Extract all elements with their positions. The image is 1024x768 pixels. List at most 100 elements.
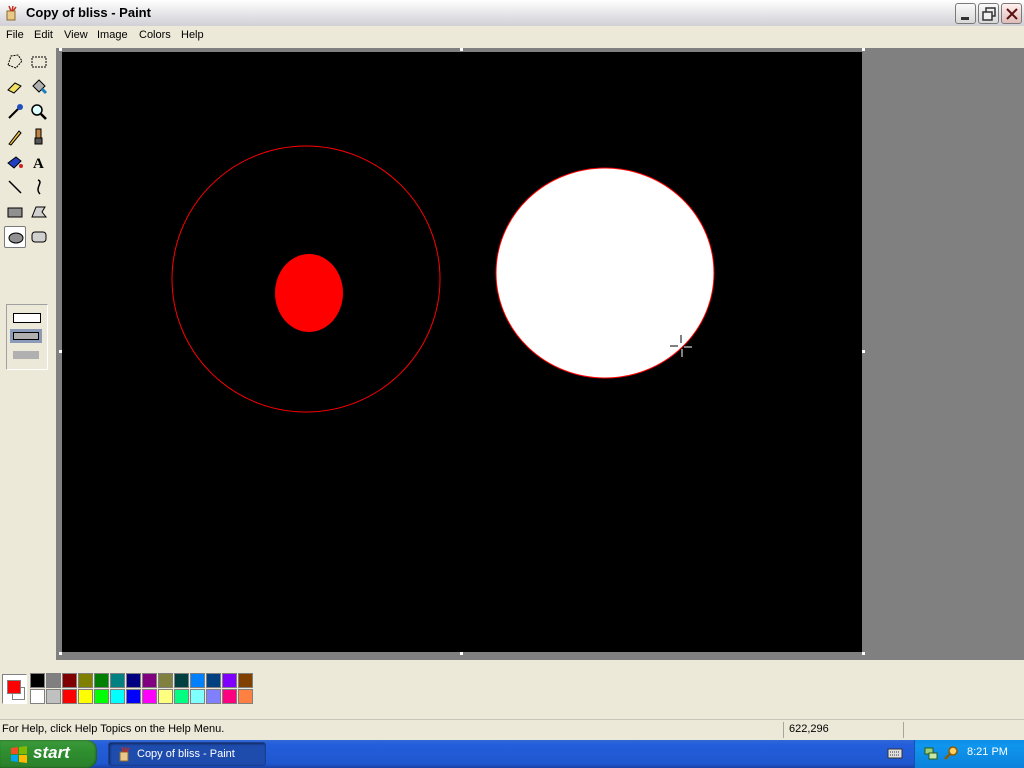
minimize-button[interactable] [955, 3, 976, 24]
cursor-coordinates: 622,296 [789, 723, 829, 735]
network-icon[interactable] [923, 745, 939, 761]
palette-swatch[interactable] [126, 689, 141, 704]
airbrush-tool[interactable] [4, 151, 26, 173]
resize-handle-bottom-right[interactable] [862, 652, 865, 655]
palette-swatches [30, 673, 260, 705]
canvas-workspace [56, 48, 1024, 660]
palette-swatch[interactable] [126, 673, 141, 688]
palette-swatch[interactable] [190, 689, 205, 704]
line-tool[interactable] [4, 176, 26, 198]
palette-swatch[interactable] [30, 673, 45, 688]
palette-swatch[interactable] [206, 673, 221, 688]
menu-image[interactable]: Image [97, 28, 128, 42]
text-icon: A [33, 156, 44, 172]
drawing-canvas[interactable] [62, 52, 862, 652]
palette-swatch[interactable] [158, 673, 173, 688]
paint-app-icon [119, 746, 130, 762]
resize-handle-top[interactable] [460, 48, 463, 51]
magnifier-icon [31, 104, 47, 120]
taskbar-button-label: Copy of bliss - Paint [137, 748, 235, 760]
palette-swatch[interactable] [142, 673, 157, 688]
restore-button[interactable] [978, 3, 999, 24]
window-title: Copy of bliss - Paint [26, 5, 151, 20]
brush-tool[interactable] [28, 126, 50, 148]
resize-handle-top-left[interactable] [59, 48, 62, 51]
menu-file[interactable]: File [6, 28, 24, 42]
palette-swatch[interactable] [190, 673, 205, 688]
select-tool[interactable] [28, 51, 50, 73]
curve-icon [37, 179, 41, 195]
start-button[interactable]: start [0, 740, 97, 768]
eyedropper-icon [8, 104, 23, 119]
palette-swatch[interactable] [222, 673, 237, 688]
foreground-color[interactable] [7, 680, 21, 694]
palette-swatch[interactable] [78, 689, 93, 704]
menu-bar: File Edit View Image Colors Help [0, 26, 1024, 46]
title-bar[interactable]: Copy of bliss - Paint [0, 0, 1024, 27]
palette-swatch[interactable] [78, 673, 93, 688]
resize-handle-bottom-left[interactable] [59, 652, 62, 655]
fill-style-options [6, 304, 48, 370]
eraser-icon [7, 82, 22, 94]
resize-handle-bottom[interactable] [460, 652, 463, 655]
status-help-text: For Help, click Help Topics on the Help … [2, 723, 225, 735]
free-form-select-icon [7, 54, 23, 69]
palette-swatch[interactable] [30, 689, 45, 704]
menu-edit[interactable]: Edit [34, 28, 53, 42]
fill-style-outline-fill[interactable] [13, 332, 39, 340]
close-button[interactable] [1001, 3, 1022, 24]
palette-swatch[interactable] [46, 673, 61, 688]
rectangle-tool[interactable] [4, 201, 26, 223]
status-bar: For Help, click Help Topics on the Help … [0, 719, 1024, 740]
keyboard-icon[interactable] [887, 745, 903, 761]
polygon-tool[interactable] [28, 201, 50, 223]
fill-style-solid[interactable] [13, 351, 39, 359]
eraser-tool[interactable] [4, 76, 26, 98]
magnifier-tool[interactable] [28, 101, 50, 123]
paint-bucket-icon [32, 79, 48, 95]
line-icon [8, 180, 22, 194]
pencil-tool[interactable] [4, 126, 26, 148]
palette-swatch[interactable] [238, 689, 253, 704]
status-divider [903, 722, 904, 738]
red-filled-ellipse [275, 254, 343, 332]
palette-swatch[interactable] [222, 689, 237, 704]
toolbox: A [0, 48, 56, 660]
resize-handle-left[interactable] [59, 350, 62, 353]
paint-app-icon [6, 5, 17, 21]
svg-text:A: A [33, 156, 44, 172]
palette-swatch[interactable] [158, 689, 173, 704]
text-tool[interactable]: A [28, 151, 50, 173]
palette-swatch[interactable] [46, 689, 61, 704]
palette-swatch[interactable] [174, 673, 189, 688]
pencil-icon [8, 130, 22, 146]
palette-swatch[interactable] [206, 689, 221, 704]
taskbar-button-paint[interactable]: Copy of bliss - Paint [108, 742, 266, 766]
restore-icon [982, 7, 996, 21]
palette-swatch[interactable] [110, 689, 125, 704]
current-colors[interactable] [2, 674, 27, 704]
palette-swatch[interactable] [94, 689, 109, 704]
menu-view[interactable]: View [64, 28, 88, 42]
palette-swatch[interactable] [174, 689, 189, 704]
windows-logo-icon [11, 746, 27, 763]
palette-swatch[interactable] [142, 689, 157, 704]
palette-swatch[interactable] [62, 689, 77, 704]
palette-swatch[interactable] [62, 673, 77, 688]
resize-handle-top-right[interactable] [862, 48, 865, 51]
resize-handle-right[interactable] [862, 350, 865, 353]
free-form-select-tool[interactable] [4, 51, 26, 73]
menu-colors[interactable]: Colors [139, 28, 171, 42]
ellipse-tool[interactable] [4, 226, 26, 248]
rounded-rectangle-tool[interactable] [28, 226, 50, 248]
fill-tool[interactable] [28, 76, 50, 98]
curve-tool[interactable] [28, 176, 50, 198]
palette-swatch[interactable] [110, 673, 125, 688]
search-icon[interactable] [943, 745, 959, 761]
taskbar: start Copy of bliss - Paint 8:21 PM [0, 740, 1024, 768]
fill-style-outline[interactable] [13, 313, 41, 323]
pick-color-tool[interactable] [4, 101, 26, 123]
palette-swatch[interactable] [238, 673, 253, 688]
menu-help[interactable]: Help [181, 28, 204, 42]
palette-swatch[interactable] [94, 673, 109, 688]
